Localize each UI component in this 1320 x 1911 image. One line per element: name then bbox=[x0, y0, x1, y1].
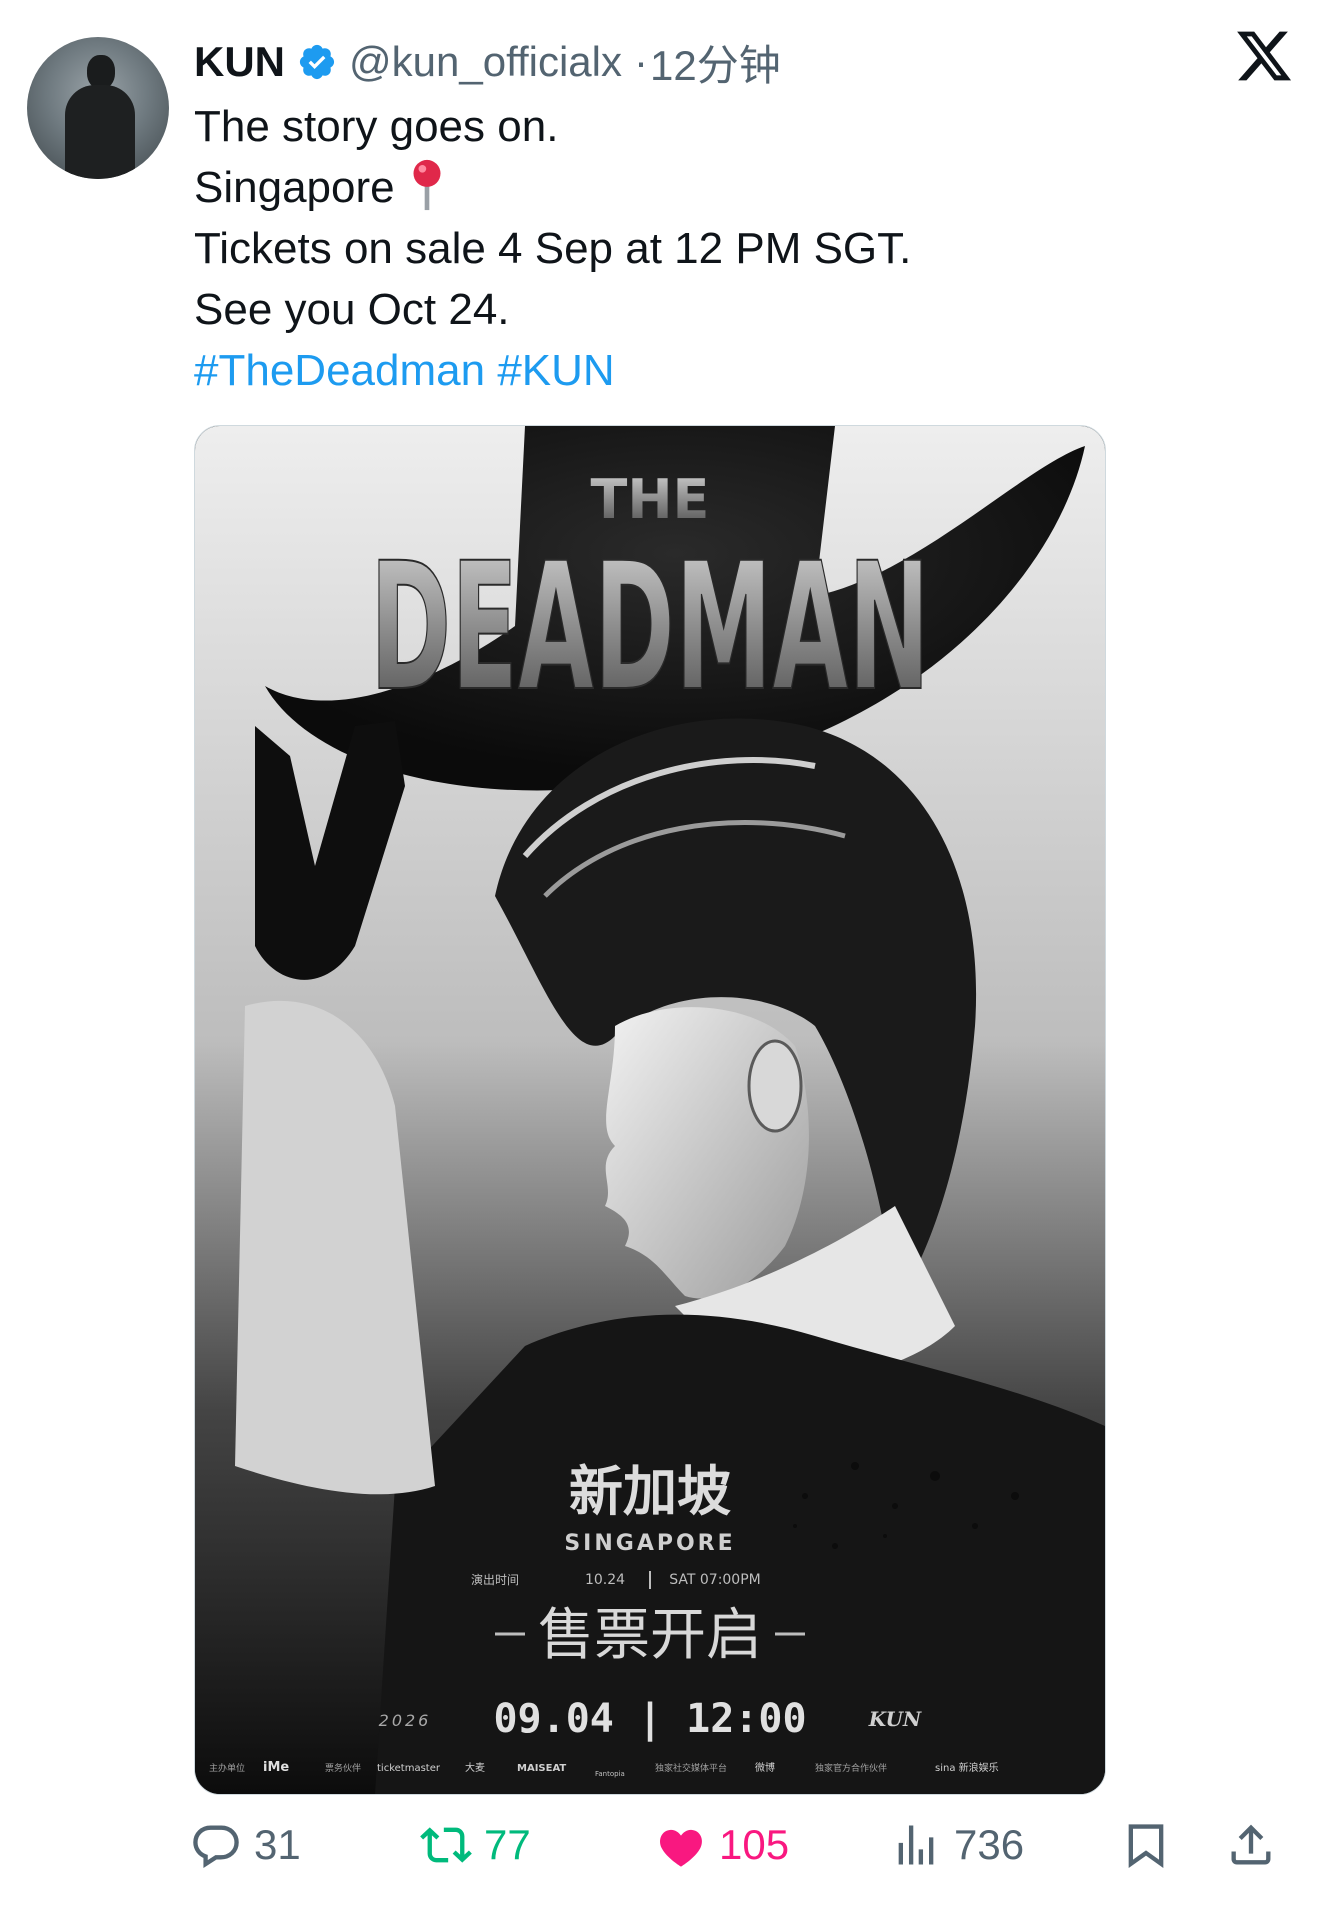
tweet-actions: 31 77 105 736 bbox=[190, 1810, 1290, 1880]
avatar-figure-head bbox=[87, 55, 115, 89]
poster-sponsor: MAISEAT bbox=[517, 1763, 566, 1774]
share-icon[interactable] bbox=[1225, 1819, 1277, 1871]
tweet-header: KUN @kun_officialx · 12分钟 bbox=[194, 30, 781, 94]
avatar[interactable] bbox=[27, 37, 169, 179]
poster-sponsor: ticketmaster bbox=[377, 1763, 441, 1774]
poster-sponsor: 大麦 bbox=[465, 1761, 485, 1774]
author-name[interactable]: KUN bbox=[194, 38, 285, 86]
poster-title-large: DEADMAN bbox=[370, 525, 930, 730]
tweet-line: See you Oct 24. bbox=[194, 285, 510, 334]
reply-icon bbox=[193, 1825, 239, 1869]
retweet-icon bbox=[420, 1827, 472, 1863]
poster-sale-datetime: 09.04 | 12:00 bbox=[493, 1696, 806, 1743]
like-count: 105 bbox=[719, 1821, 790, 1868]
poster-artist-logo: KUN bbox=[868, 1707, 922, 1731]
poster-sponsor: iMe bbox=[263, 1760, 289, 1775]
reply-button[interactable]: 31 bbox=[190, 1810, 301, 1880]
reply-count: 31 bbox=[254, 1821, 301, 1868]
poster-sponsor: Fantopia bbox=[595, 1770, 625, 1778]
poster-sponsor: 微博 bbox=[755, 1761, 775, 1774]
like-icon bbox=[660, 1829, 702, 1867]
poster-city-en: SINGAPORE bbox=[564, 1531, 735, 1556]
poster-sponsor: 独家官方合作伙伴 bbox=[815, 1762, 887, 1774]
hashtag-link[interactable]: #KUN bbox=[497, 346, 614, 395]
views-count: 736 bbox=[954, 1821, 1025, 1868]
poster-title-small: THE bbox=[591, 468, 710, 531]
tweet-line: The story goes on. bbox=[194, 102, 559, 151]
poster-city-cn: 新加坡 bbox=[569, 1459, 731, 1523]
retweet-button[interactable]: 77 bbox=[420, 1810, 531, 1880]
author-handle[interactable]: @kun_officialx bbox=[349, 38, 622, 86]
poster-sponsor: 主办单位 bbox=[209, 1762, 245, 1774]
hashtags: #TheDeadman #KUN bbox=[194, 340, 911, 401]
tweet-line: Singapore bbox=[194, 157, 911, 218]
poster-artwork: THE DEADMAN 新加坡 SINGAPORE 演出时间 10.24 SAT… bbox=[195, 426, 1105, 1794]
tweet-timestamp[interactable]: 12分钟 bbox=[650, 32, 781, 93]
views-icon bbox=[898, 1825, 934, 1865]
x-logo-icon[interactable] bbox=[1234, 26, 1294, 86]
tweet-line: Tickets on sale 4 Sep at 12 PM SGT. bbox=[194, 224, 912, 273]
pin-icon bbox=[413, 159, 441, 211]
tweet-line-text: Singapore bbox=[194, 163, 395, 212]
poster-show-time: SAT 07:00PM bbox=[669, 1572, 761, 1588]
poster-sponsor: 独家社交媒体平台 bbox=[655, 1762, 727, 1774]
verified-badge-icon bbox=[299, 44, 335, 80]
avatar-figure-body bbox=[65, 85, 135, 179]
like-button[interactable]: 105 bbox=[655, 1810, 789, 1880]
poster-sponsor: sina 新浪娱乐 bbox=[935, 1761, 999, 1774]
views-button[interactable]: 736 bbox=[890, 1810, 1024, 1880]
retweet-count: 77 bbox=[484, 1821, 531, 1868]
poster-sponsor: 票务伙伴 bbox=[325, 1762, 361, 1774]
separator-dot: · bbox=[634, 38, 648, 85]
tweet-image[interactable]: THE DEADMAN 新加坡 SINGAPORE 演出时间 10.24 SAT… bbox=[194, 425, 1106, 1795]
bookmark-icon[interactable] bbox=[1120, 1819, 1172, 1871]
tweet-body: The story goes on. Singapore Tickets on … bbox=[194, 96, 911, 401]
hashtag-link[interactable]: #TheDeadman bbox=[194, 346, 485, 395]
poster-show-date: 10.24 bbox=[585, 1572, 625, 1588]
poster-year: 2026 bbox=[379, 1711, 432, 1730]
poster-sale-title: 售票开启 bbox=[538, 1603, 762, 1668]
poster-show-label: 演出时间 bbox=[471, 1572, 519, 1587]
